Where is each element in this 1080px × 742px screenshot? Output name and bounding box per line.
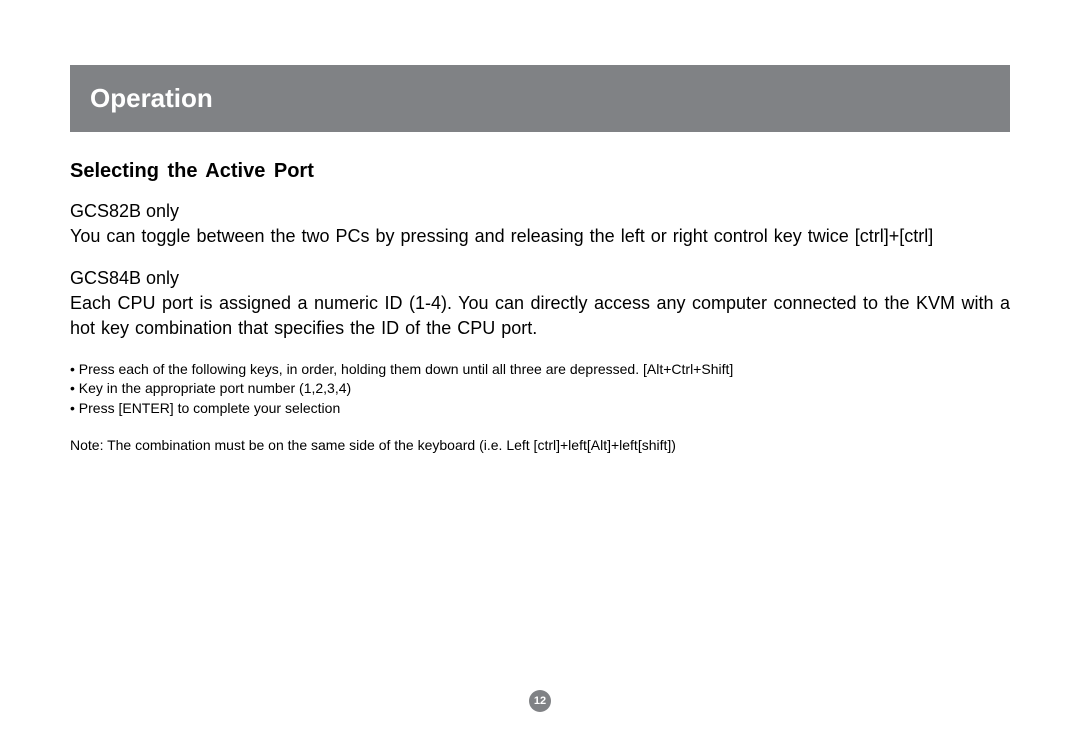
section-heading: Selecting the Active Port (70, 160, 1010, 183)
header-title: Operation (90, 83, 990, 114)
model1-label: GCS82B only (70, 201, 1010, 222)
note-text: Note: The combination must be on the sam… (70, 437, 1010, 453)
model1-text: You can toggle between the two PCs by pr… (70, 224, 1010, 248)
bullet-item-2: • Key in the appropriate port number (1,… (70, 379, 1010, 399)
bullet-item-1: • Press each of the following keys, in o… (70, 360, 1010, 380)
header-banner: Operation (70, 65, 1010, 132)
model2-text: Each CPU port is assigned a numeric ID (… (70, 291, 1010, 340)
bullet-list: • Press each of the following keys, in o… (70, 360, 1010, 419)
bullet-item-3: • Press [ENTER] to complete your selecti… (70, 399, 1010, 419)
page-number: 12 (529, 690, 551, 712)
model2-label: GCS84B only (70, 268, 1010, 289)
page-container: Operation Selecting the Active Port GCS8… (0, 0, 1080, 742)
page-number-wrap: 12 (0, 690, 1080, 712)
